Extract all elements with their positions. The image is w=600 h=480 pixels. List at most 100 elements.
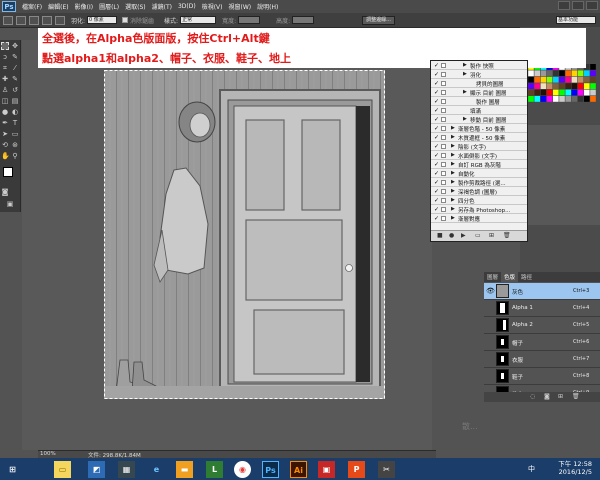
action-row[interactable]: ✓ 拷貝的圖層 — [431, 80, 527, 88]
action-row[interactable]: ✓ ▶ 自訂 RGB 為灰階 — [431, 161, 527, 169]
action-enabled-check-icon[interactable]: ✓ — [434, 71, 439, 78]
menu-view[interactable]: 檢視(V) — [202, 2, 223, 11]
color-swatch[interactable] — [577, 70, 584, 77]
maximize-button[interactable] — [572, 1, 584, 10]
action-enabled-check-icon[interactable]: ✓ — [434, 134, 439, 141]
channel-row[interactable]: 👁 灰色 Ctrl+3 — [484, 283, 600, 300]
action-enabled-check-icon[interactable]: ✓ — [434, 107, 439, 114]
save-selection-icon[interactable]: ◙ — [544, 393, 550, 400]
screenshot-tool-icon[interactable]: ✂ — [378, 461, 395, 478]
tab-paths[interactable]: 路徑 — [518, 272, 535, 282]
color-swatch[interactable] — [528, 96, 534, 102]
color-swatch[interactable] — [528, 89, 534, 96]
expand-triangle-icon[interactable]: ▶ — [451, 152, 455, 158]
action-row[interactable]: ✓ ▶ 顯示 目前 圖層 — [431, 89, 527, 97]
eyedropper-tool-icon[interactable]: ⁄ — [11, 64, 19, 72]
pen-tool-icon[interactable]: ✒ — [1, 119, 9, 127]
action-dialog-toggle[interactable] — [441, 108, 446, 113]
photoshop-taskbar-icon[interactable]: Ps — [262, 461, 279, 478]
move-tool-icon[interactable]: ✥ — [11, 42, 19, 50]
color-swatch[interactable] — [571, 83, 578, 89]
color-swatch[interactable] — [571, 70, 578, 77]
color-swatch[interactable] — [584, 89, 590, 96]
action-dialog-toggle[interactable] — [441, 63, 446, 68]
color-swatch[interactable] — [590, 89, 596, 96]
color-swatch[interactable] — [534, 89, 540, 96]
marquee-tool-icon[interactable] — [3, 15, 13, 25]
ime-indicator[interactable]: 中 — [528, 464, 535, 474]
feather-input[interactable]: 0 像素 — [87, 16, 118, 24]
action-enabled-check-icon[interactable]: ✓ — [434, 206, 439, 213]
trash-icon[interactable]: 🗑 — [503, 232, 511, 239]
color-swatch[interactable] — [546, 83, 553, 89]
color-swatch[interactable] — [565, 96, 571, 102]
color-swatch[interactable] — [565, 83, 571, 89]
visibility-eye-icon[interactable] — [486, 321, 494, 329]
3d-rotate-tool-icon[interactable]: ⟲ — [1, 141, 9, 149]
color-swatch[interactable] — [559, 96, 565, 102]
menu-edit[interactable]: 編輯(E) — [48, 2, 68, 11]
color-swatch[interactable] — [571, 96, 578, 102]
color-swatch[interactable] — [534, 76, 540, 83]
zoom-level[interactable]: 100% — [40, 451, 56, 457]
color-swatch[interactable] — [590, 76, 596, 83]
hand-tool-icon[interactable]: ✋ — [1, 152, 10, 160]
refine-edge-button[interactable]: 調整邊緣... — [362, 15, 395, 25]
gradient-tool-icon[interactable]: ▤ — [11, 97, 19, 105]
clone-stamp-tool-icon[interactable]: ♙ — [1, 86, 9, 94]
action-dialog-toggle[interactable] — [441, 135, 446, 140]
menu-select[interactable]: 選取(S) — [125, 2, 146, 11]
blur-tool-icon[interactable]: ● — [1, 108, 9, 116]
channel-row[interactable]: 衣服 Ctrl+7 — [484, 351, 600, 368]
action-dialog-toggle[interactable] — [441, 153, 446, 158]
color-swatches-grid[interactable] — [522, 64, 598, 104]
eraser-tool-icon[interactable]: ◫ — [1, 97, 9, 105]
menu-layer[interactable]: 圖層(L) — [99, 2, 119, 11]
color-swatch[interactable] — [546, 96, 553, 102]
channel-row[interactable]: Alpha 1 Ctrl+4 — [484, 300, 600, 317]
width-input[interactable] — [238, 16, 261, 24]
action-dialog-toggle[interactable] — [441, 180, 446, 185]
crop-tool-icon[interactable]: ⌗ — [1, 64, 9, 72]
action-dialog-toggle[interactable] — [441, 126, 446, 131]
action-enabled-check-icon[interactable]: ✓ — [434, 188, 439, 195]
style-select[interactable]: 正常 — [180, 16, 217, 24]
color-swatch[interactable] — [559, 70, 565, 77]
visibility-eye-icon[interactable] — [486, 338, 494, 346]
subtract-selection-icon[interactable] — [42, 15, 52, 25]
workspace-select[interactable]: 基本功能 — [556, 16, 596, 24]
color-swatch[interactable] — [546, 89, 553, 96]
action-dialog-toggle[interactable] — [441, 207, 446, 212]
3d-camera-tool-icon[interactable]: ⊛ — [11, 141, 19, 149]
color-swatch[interactable] — [540, 70, 547, 77]
action-row[interactable]: ✓ ▶ 另存為 Photoshop... — [431, 206, 527, 214]
document-photo[interactable] — [104, 70, 385, 399]
quick-selection-tool-icon[interactable]: ✎ — [11, 53, 19, 61]
action-row[interactable]: ✓ 填滿 — [431, 107, 527, 115]
add-selection-icon[interactable] — [29, 15, 39, 25]
action-row[interactable]: ✓ ▶ 四分色 — [431, 197, 527, 205]
foreground-color-swatch[interactable] — [3, 167, 13, 177]
action-dialog-toggle[interactable] — [441, 117, 446, 122]
color-swatch[interactable] — [565, 70, 571, 77]
rectangular-marquee-tool-icon[interactable] — [1, 42, 9, 50]
expand-triangle-icon[interactable]: ▶ — [451, 206, 455, 212]
path-selection-tool-icon[interactable]: ➤ — [1, 130, 9, 138]
chrome-icon[interactable]: ◉ — [234, 461, 251, 478]
tab-channels[interactable]: 色版 — [501, 272, 519, 282]
folder-icon[interactable]: ▬ — [176, 461, 193, 478]
app-taskbar-icon[interactable]: ▣ — [318, 461, 335, 478]
intersect-selection-icon[interactable] — [55, 15, 65, 25]
height-input[interactable] — [292, 16, 315, 24]
color-swatch[interactable] — [584, 70, 590, 77]
action-enabled-check-icon[interactable]: ✓ — [434, 98, 439, 105]
action-row[interactable]: ✓ ▶ 木質邊框 - 50 像素 — [431, 134, 527, 142]
action-dialog-toggle[interactable] — [441, 144, 446, 149]
color-swatch[interactable] — [571, 76, 578, 83]
expand-triangle-icon[interactable]: ▶ — [451, 143, 455, 149]
color-swatch[interactable] — [528, 70, 534, 77]
expand-triangle-icon[interactable]: ▶ — [463, 71, 467, 77]
action-enabled-check-icon[interactable]: ✓ — [434, 170, 439, 177]
close-button[interactable] — [586, 1, 598, 10]
history-brush-tool-icon[interactable]: ↺ — [11, 86, 19, 94]
